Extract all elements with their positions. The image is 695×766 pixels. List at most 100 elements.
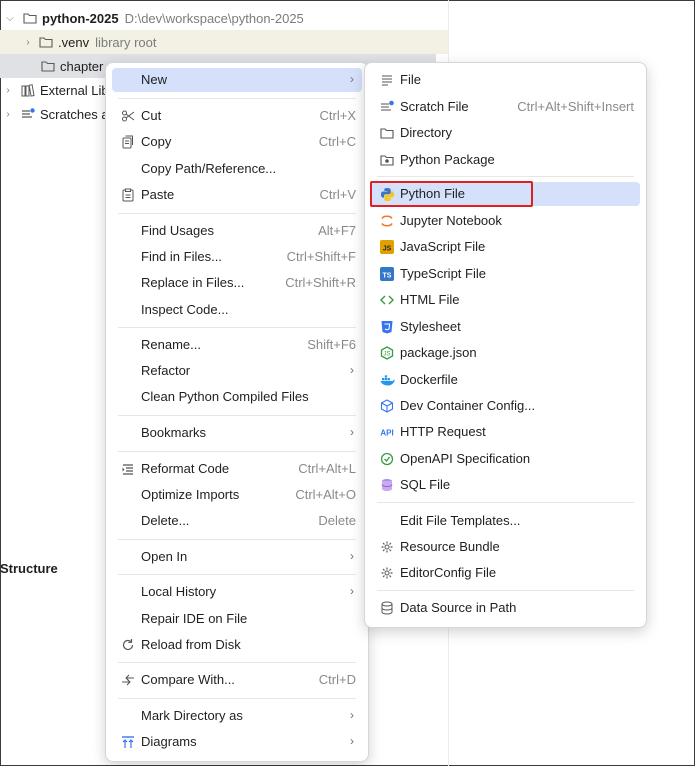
submenu-item-file[interactable]: File <box>371 68 640 92</box>
python-package-icon <box>379 152 395 168</box>
menu-label: package.json <box>400 345 477 360</box>
submenu-item-stylesheet[interactable]: Stylesheet <box>371 315 640 339</box>
menu-item-optimize-imports[interactable]: Optimize Imports Ctrl+Alt+O <box>112 483 362 507</box>
chevron-right-icon[interactable]: › <box>2 84 14 96</box>
chevron-down-icon[interactable]: ⌵ <box>4 12 16 24</box>
folder-icon <box>22 10 38 26</box>
javascript-icon: JS <box>379 239 395 255</box>
menu-label: Data Source in Path <box>400 600 517 615</box>
menu-item-find-in-files[interactable]: Find in Files... Ctrl+Shift+F <box>112 245 362 269</box>
menu-item-inspect-code[interactable]: Inspect Code... <box>112 298 362 322</box>
menu-item-find-usages[interactable]: Find Usages Alt+F7 <box>112 219 362 243</box>
menu-label: TypeScript File <box>400 266 486 281</box>
submenu-item-sql[interactable]: SQL File <box>371 473 640 497</box>
menu-label: Cut <box>141 108 162 123</box>
folder-icon <box>38 34 54 50</box>
external-libs-label: External Lib <box>40 82 109 98</box>
chevron-right-icon[interactable]: › <box>22 36 34 48</box>
menu-separator <box>377 590 634 591</box>
submenu-item-resource-bundle[interactable]: Resource Bundle <box>371 535 640 559</box>
submenu-item-javascript[interactable]: JS JavaScript File <box>371 235 640 259</box>
tree-item-scratches[interactable]: › Scratches a <box>0 102 108 126</box>
menu-item-new[interactable]: New › <box>112 68 362 92</box>
menu-label: Scratch File <box>400 99 469 114</box>
menu-item-open-in[interactable]: Open In › <box>112 545 362 569</box>
menu-item-reload-disk[interactable]: Reload from Disk <box>112 633 362 657</box>
file-icon <box>379 72 395 88</box>
tree-project-root[interactable]: ⌵ python-2025 D:\dev\workspace\python-20… <box>4 6 304 30</box>
submenu-item-html[interactable]: HTML File <box>371 288 640 312</box>
shortcut: Ctrl+Alt+Shift+Insert <box>517 99 634 114</box>
menu-label: File <box>400 72 421 87</box>
menu-item-copy-path[interactable]: Copy Path/Reference... <box>112 157 362 181</box>
diagram-icon <box>120 734 136 750</box>
menu-item-cut[interactable]: Cut Ctrl+X <box>112 104 362 128</box>
submenu-item-dev-container[interactable]: Dev Container Config... <box>371 394 640 418</box>
svg-text:JS: JS <box>383 352 390 358</box>
submenu-item-http-request[interactable]: API HTTP Request <box>371 420 640 444</box>
menu-item-diagrams[interactable]: Diagrams › <box>112 730 362 754</box>
tree-item-venv[interactable]: › .venv library root <box>0 30 448 54</box>
nodejs-icon: JS <box>379 345 395 361</box>
menu-label: Open In <box>141 549 188 564</box>
menu-item-paste[interactable]: Paste Ctrl+V <box>112 183 362 207</box>
menu-separator <box>118 662 356 663</box>
submenu-item-jupyter[interactable]: Jupyter Notebook <box>371 209 640 233</box>
menu-label: Resource Bundle <box>400 539 500 554</box>
typescript-icon: TS <box>379 266 395 282</box>
submenu-item-openapi[interactable]: OpenAPI Specification <box>371 447 640 471</box>
shortcut: Ctrl+X <box>319 108 356 123</box>
submenu-item-dockerfile[interactable]: Dockerfile <box>371 368 640 392</box>
menu-item-repair-ide[interactable]: Repair IDE on File <box>112 607 362 631</box>
menu-label: Find in Files... <box>141 249 222 264</box>
chevron-right-icon: › <box>350 584 354 598</box>
menu-item-replace-in-files[interactable]: Replace in Files... Ctrl+Shift+R <box>112 271 362 295</box>
shortcut: Ctrl+Alt+O <box>295 487 356 502</box>
folder-icon <box>379 125 395 141</box>
chevron-right-icon: › <box>350 72 354 86</box>
shortcut: Ctrl+Shift+R <box>285 275 356 290</box>
project-name: python-2025 <box>42 10 119 26</box>
menu-item-rename[interactable]: Rename... Shift+F6 <box>112 333 362 357</box>
tree-item-external-libraries[interactable]: › External Lib <box>0 78 109 102</box>
reload-icon <box>120 637 136 653</box>
submenu-item-typescript[interactable]: TS TypeScript File <box>371 262 640 286</box>
shortcut: Ctrl+Alt+L <box>298 461 356 476</box>
menu-item-copy[interactable]: Copy Ctrl+C <box>112 130 362 154</box>
menu-separator <box>118 213 356 214</box>
menu-label: Refactor <box>141 363 191 378</box>
chevron-right-icon: › <box>350 425 354 439</box>
menu-item-clean-python[interactable]: Clean Python Compiled Files <box>112 385 362 409</box>
menu-separator <box>118 98 356 99</box>
menu-item-compare-with[interactable]: Compare With... Ctrl+D <box>112 668 362 692</box>
submenu-item-editorconfig[interactable]: EditorConfig File <box>371 561 640 585</box>
menu-label: Edit File Templates... <box>400 513 521 528</box>
menu-item-local-history[interactable]: Local History › <box>112 580 362 604</box>
menu-item-bookmarks[interactable]: Bookmarks › <box>112 421 362 445</box>
submenu-item-edit-templates[interactable]: Edit File Templates... <box>371 509 640 533</box>
api-icon: API <box>379 424 395 440</box>
menu-label: Reformat Code <box>141 461 230 476</box>
menu-item-refactor[interactable]: Refactor › <box>112 359 362 383</box>
menu-label: Find Usages <box>141 223 214 238</box>
menu-label: Delete... <box>141 513 190 528</box>
submenu-item-package-json[interactable]: JS package.json <box>371 341 640 365</box>
submenu-item-python-package[interactable]: Python Package <box>371 148 640 172</box>
submenu-item-scratch-file[interactable]: Scratch File Ctrl+Alt+Shift+Insert <box>371 95 640 119</box>
menu-item-delete[interactable]: Delete... Delete <box>112 509 362 533</box>
menu-separator <box>377 176 634 177</box>
menu-separator <box>377 502 634 503</box>
menu-item-mark-directory[interactable]: Mark Directory as › <box>112 704 362 728</box>
database-icon <box>379 477 395 493</box>
submenu-item-directory[interactable]: Directory <box>371 121 640 145</box>
submenu-item-data-source[interactable]: Data Source in Path <box>371 596 640 620</box>
svg-text:JS: JS <box>383 246 392 253</box>
library-icon <box>20 82 36 98</box>
menu-label: Copy Path/Reference... <box>141 161 277 176</box>
chevron-right-icon[interactable]: › <box>2 108 14 120</box>
venv-label: .venv <box>58 34 90 50</box>
svg-text:API: API <box>380 429 393 438</box>
menu-item-reformat-code[interactable]: Reformat Code Ctrl+Alt+L <box>112 457 362 481</box>
copy-icon <box>120 134 136 150</box>
submenu-item-python-file[interactable]: Python File <box>371 182 640 206</box>
